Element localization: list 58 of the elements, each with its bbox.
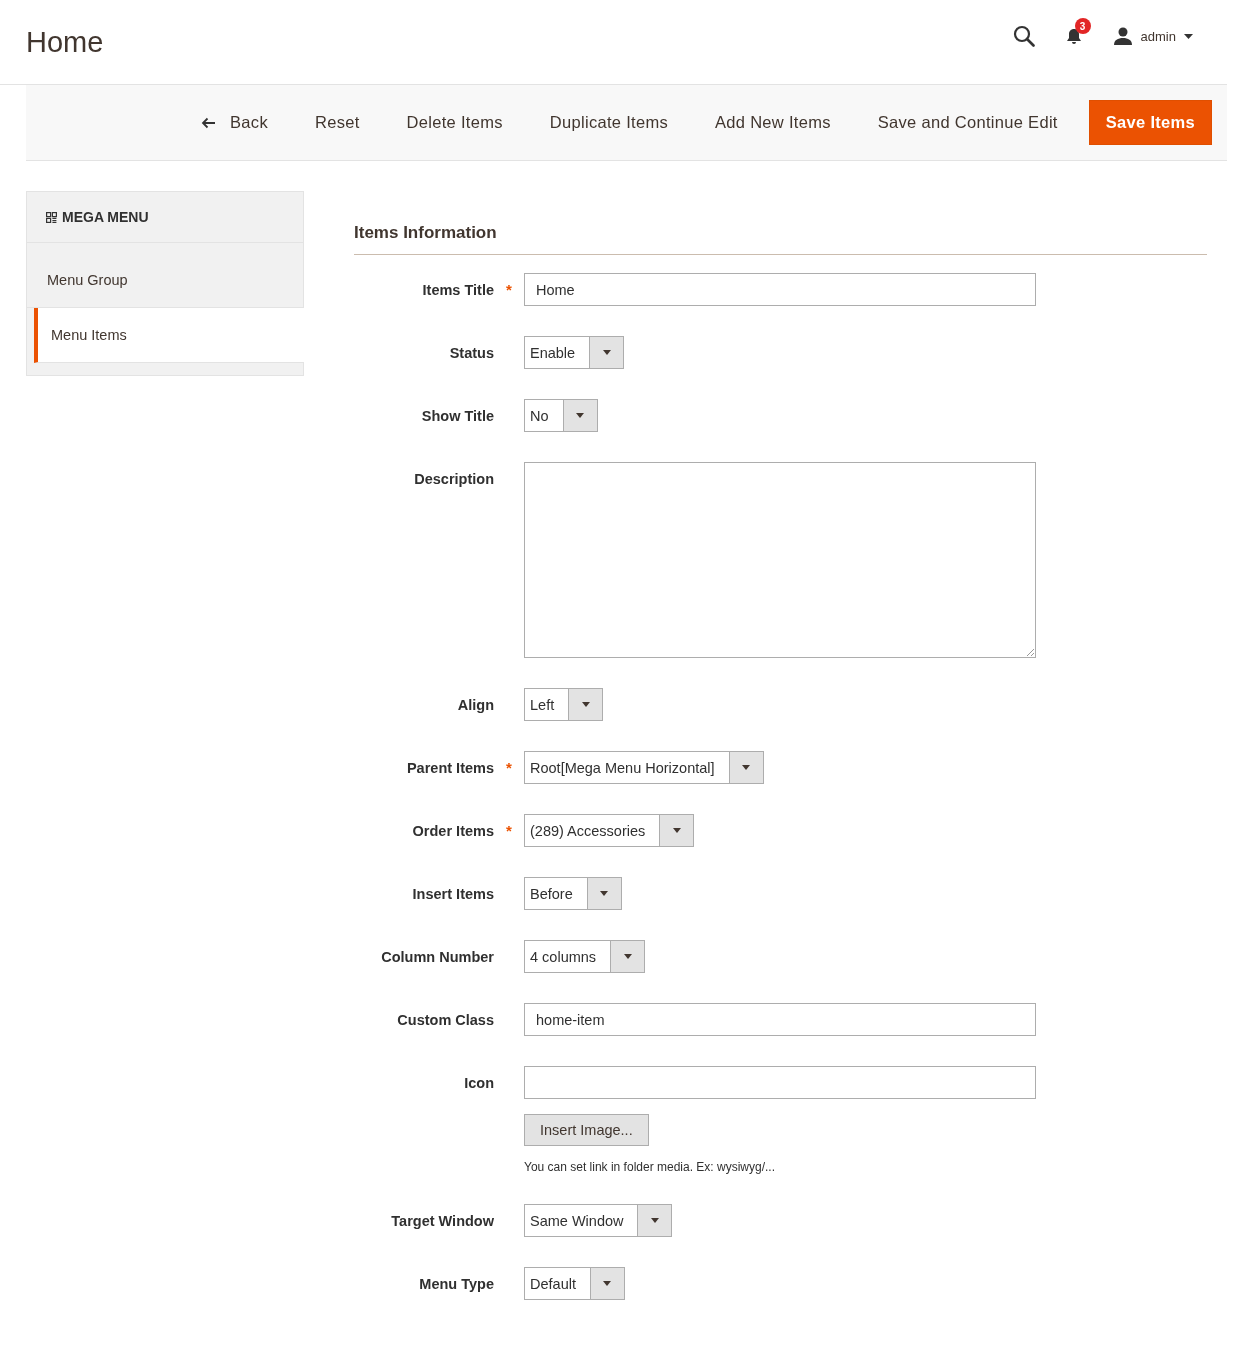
caret-icon: [603, 1281, 612, 1286]
select-field[interactable]: 4 columns: [524, 940, 646, 973]
field-label: Align: [457, 696, 494, 713]
field-label: Target Window: [391, 1212, 494, 1229]
caret-icon: [602, 350, 611, 355]
toolbar-button[interactable]: Add New Items: [699, 101, 847, 144]
section-title: Items Information: [354, 223, 1207, 255]
caret-icon: [651, 1218, 659, 1223]
field-label: Parent Items: [406, 759, 494, 776]
select-field[interactable]: Left: [524, 688, 604, 721]
required-mark: *: [506, 759, 512, 776]
sidebar-item[interactable]: Menu Items: [34, 308, 304, 363]
toolbar-button[interactable]: Delete Items: [390, 101, 519, 144]
field-label: Show Title: [421, 407, 494, 424]
caret-icon: [742, 765, 751, 770]
back-button[interactable]: Back: [185, 101, 284, 144]
field-label: Description: [414, 470, 494, 487]
select-field[interactable]: Enable: [524, 336, 625, 369]
field-label: Column Number: [381, 948, 494, 965]
select-field[interactable]: Same Window: [524, 1204, 673, 1237]
caret-icon: [576, 413, 585, 418]
select-field[interactable]: Default: [524, 1267, 625, 1300]
field-label: Status: [449, 344, 494, 361]
caret-icon: [581, 702, 590, 707]
arrow-left-icon: [201, 116, 217, 129]
field-note: You can set link in folder media. Ex: wysiwyg/...: [524, 1160, 775, 1174]
user-icon: [1112, 27, 1133, 45]
field-label: Order Items: [412, 822, 494, 839]
insert-image-button[interactable]: Insert Image...: [524, 1114, 649, 1146]
required-mark: *: [506, 822, 512, 839]
page-title: Home: [26, 25, 104, 59]
user-menu[interactable]: admin: [1112, 27, 1193, 45]
field-label: Insert Items: [412, 885, 494, 902]
save-button[interactable]: Save Items: [1088, 100, 1212, 145]
select-field[interactable]: No: [524, 399, 598, 432]
field-label: Menu Type: [419, 1275, 494, 1292]
sidebar-title: MEGA MENU: [62, 209, 149, 225]
select-field[interactable]: Before: [524, 877, 622, 910]
input-field[interactable]: Home: [524, 273, 1036, 306]
caret-icon: [600, 891, 609, 896]
field-label: Icon: [464, 1074, 494, 1091]
toolbar-button[interactable]: Save and Continue Edit: [861, 101, 1074, 144]
search-icon[interactable]: [1012, 25, 1035, 47]
required-mark: *: [506, 281, 512, 298]
field-label: Custom Class: [397, 1011, 494, 1028]
caret-icon: [623, 954, 632, 959]
field-label: Items Title: [422, 281, 494, 298]
caret-icon: [1184, 33, 1193, 39]
input-field[interactable]: home-item: [524, 1003, 1036, 1036]
notification-count: 3: [1074, 18, 1091, 34]
caret-icon: [672, 828, 681, 833]
resize-handle-icon[interactable]: [1026, 648, 1034, 656]
select-field[interactable]: (289) Accessories: [524, 814, 695, 847]
select-field[interactable]: Root[Mega Menu Horizontal]: [524, 751, 764, 784]
toolbar-button[interactable]: Reset: [298, 101, 376, 144]
input-field[interactable]: [524, 1066, 1036, 1099]
toolbar-button[interactable]: Duplicate Items: [533, 101, 684, 144]
grid-icon: [46, 211, 57, 223]
